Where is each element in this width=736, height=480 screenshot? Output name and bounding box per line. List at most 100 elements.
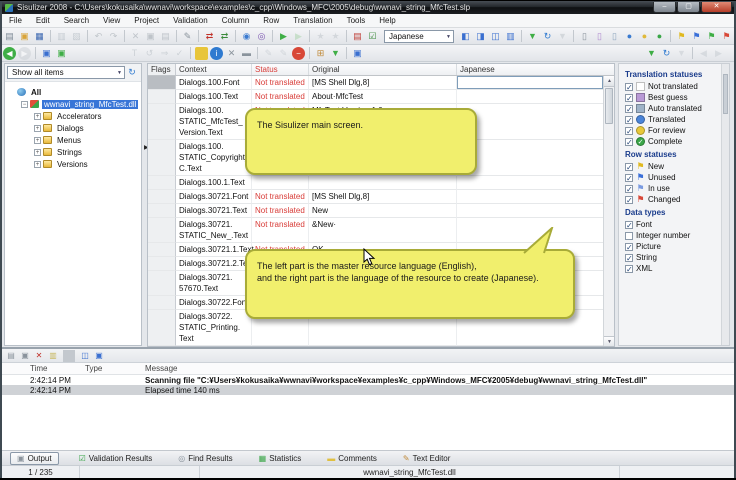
confirm-icon[interactable]: ✓ xyxy=(173,47,186,60)
log-row[interactable]: 2:42:14 PM Scanning file "C:¥Users¥kokus… xyxy=(2,375,734,385)
font-icon[interactable]: T xyxy=(128,47,141,60)
flag-new-icon[interactable]: ⚑ xyxy=(675,30,688,43)
info-icon[interactable]: i xyxy=(210,46,223,60)
status-not-translated-icon[interactable]: ▯ xyxy=(578,30,591,43)
filter-icon[interactable]: ▼ xyxy=(526,30,539,43)
menu-item[interactable]: Project xyxy=(127,16,166,25)
checkbox[interactable] xyxy=(625,242,633,251)
filter-string[interactable]: String xyxy=(625,252,729,263)
show-items-select[interactable]: Show all items xyxy=(7,66,125,79)
panel-filter-icon[interactable]: ▼ xyxy=(645,47,658,60)
copy-icon[interactable]: ▣ xyxy=(144,30,157,43)
flag-cell[interactable] xyxy=(148,271,176,296)
checkbox[interactable] xyxy=(625,162,633,171)
filter-changed[interactable]: ⚑ Changed xyxy=(625,194,729,205)
menu-item[interactable]: Tools xyxy=(340,16,373,25)
invalidate-icon[interactable]: − xyxy=(292,46,305,60)
filter-font[interactable]: Font xyxy=(625,219,729,230)
clear-filter-icon[interactable]: ▼ xyxy=(556,30,569,43)
toolbar-icon[interactable] xyxy=(272,29,273,42)
table-row[interactable]: Dialogs.30721.Font Not translated [MS Sh… xyxy=(148,190,603,204)
language-select[interactable]: Japanese xyxy=(384,29,454,43)
new-file-icon[interactable]: ▤ xyxy=(3,30,16,43)
close-button[interactable]: ✕ xyxy=(701,2,732,13)
toolbar-icon[interactable] xyxy=(692,46,693,59)
save-log-icon[interactable]: ▤ xyxy=(5,350,17,362)
menu-item[interactable]: View xyxy=(96,16,127,25)
new-window-icon[interactable]: ▣ xyxy=(351,47,364,60)
paste-icon[interactable]: ▤ xyxy=(159,30,172,43)
expander-icon[interactable]: + xyxy=(34,124,41,132)
edit-note-icon[interactable]: ✎ xyxy=(277,47,290,60)
flag-cell[interactable] xyxy=(148,104,176,140)
scroll-thumb[interactable] xyxy=(605,88,613,124)
sidebar-item-versions[interactable]: + Versions xyxy=(5,158,141,170)
float-panel-icon[interactable]: ▣ xyxy=(93,350,105,362)
toolbar-icon[interactable] xyxy=(87,29,88,42)
flag-in-use-icon[interactable]: ⚑ xyxy=(705,30,718,43)
previous-untranslated-icon[interactable]: ▣ xyxy=(40,47,53,60)
save-icon[interactable]: ▦ xyxy=(33,30,46,43)
tab-output[interactable]: ▣ Output xyxy=(10,451,59,465)
menu-item[interactable]: File xyxy=(2,16,29,25)
status-complete-icon[interactable]: ● xyxy=(653,30,666,43)
toolbar-icon[interactable] xyxy=(257,46,258,59)
column-header-original[interactable]: Original xyxy=(309,64,457,75)
scroll-thumb[interactable] xyxy=(723,74,728,114)
filter-complete[interactable]: ✓ Complete xyxy=(625,136,729,147)
checkbox[interactable] xyxy=(625,184,633,193)
panel-next-icon[interactable]: ▶ xyxy=(712,47,725,60)
menu-item[interactable]: Translation xyxy=(286,16,339,25)
copy-log-icon[interactable]: ▣ xyxy=(19,350,31,362)
undo-icon[interactable]: ↶ xyxy=(92,30,105,43)
japanese-cell[interactable] xyxy=(457,104,603,140)
toolbar-icon[interactable] xyxy=(346,46,347,59)
filter-integer-number[interactable]: Integer number xyxy=(625,230,729,241)
status-auto-translated-icon[interactable]: ▯ xyxy=(608,30,621,43)
minimize-button[interactable]: – xyxy=(653,2,676,13)
japanese-cell[interactable] xyxy=(457,204,603,218)
filter-in-use[interactable]: ⚑ In use xyxy=(625,183,729,194)
flag-changed-icon[interactable]: ⚑ xyxy=(720,30,733,43)
toolbar-icon[interactable] xyxy=(190,46,191,59)
edit-translation-icon[interactable]: ✎ xyxy=(181,30,194,43)
mark-icon[interactable]: ★ xyxy=(314,30,327,43)
checkbox[interactable] xyxy=(625,126,633,135)
checkbox[interactable] xyxy=(625,231,633,240)
build-icon[interactable]: ▶ xyxy=(277,30,290,43)
toolbar-icon[interactable] xyxy=(670,29,671,42)
sidebar-item-menus[interactable]: + Menus xyxy=(5,134,141,146)
lock-icon[interactable] xyxy=(195,46,208,60)
pane-split-icon[interactable]: ◫ xyxy=(489,30,502,43)
exchange-languages-icon[interactable]: ⇄ xyxy=(203,30,216,43)
japanese-cell[interactable] xyxy=(457,176,603,190)
maximize-button[interactable]: ▢ xyxy=(677,2,700,13)
flag-cell[interactable] xyxy=(148,76,176,90)
redo-icon[interactable]: ↷ xyxy=(107,30,120,43)
validate-icon[interactable]: ☑ xyxy=(366,30,379,43)
checkbox[interactable] xyxy=(625,195,633,204)
column-header-context[interactable]: Context xyxy=(176,64,252,75)
flag-cell[interactable] xyxy=(148,190,176,204)
checkbox[interactable] xyxy=(625,173,633,182)
filter-panel-scrollbar[interactable] xyxy=(721,64,729,345)
table-row[interactable]: Dialogs.30721.Text Not translated New xyxy=(148,204,603,218)
expander-icon[interactable]: + xyxy=(34,136,41,144)
pane-left-icon[interactable]: ◧ xyxy=(459,30,472,43)
expander-icon[interactable] xyxy=(8,89,15,96)
tab-text-editor[interactable]: ✎ Text Editor xyxy=(397,453,457,464)
filter-translated[interactable]: Translated xyxy=(625,114,729,125)
flag-cell[interactable] xyxy=(148,176,176,190)
tree-refresh-icon[interactable]: ↻ xyxy=(125,66,139,79)
expander-icon[interactable]: + xyxy=(34,160,41,168)
menu-item[interactable]: Search xyxy=(57,16,96,25)
toolbar-icon[interactable] xyxy=(309,46,310,59)
log-row[interactable]: 2:42:14 PM Elapsed time 140 ms xyxy=(2,385,734,395)
checkbox[interactable] xyxy=(625,115,633,124)
column-header-message[interactable]: Message xyxy=(142,363,734,374)
unmark-icon[interactable]: ★ xyxy=(329,30,342,43)
protect-icon[interactable]: ▬ xyxy=(240,47,253,60)
panel-prev-icon[interactable]: ◀ xyxy=(697,47,710,60)
toolbar-icon[interactable] xyxy=(124,29,125,42)
scroll-down-icon[interactable]: ▼ xyxy=(604,336,614,346)
